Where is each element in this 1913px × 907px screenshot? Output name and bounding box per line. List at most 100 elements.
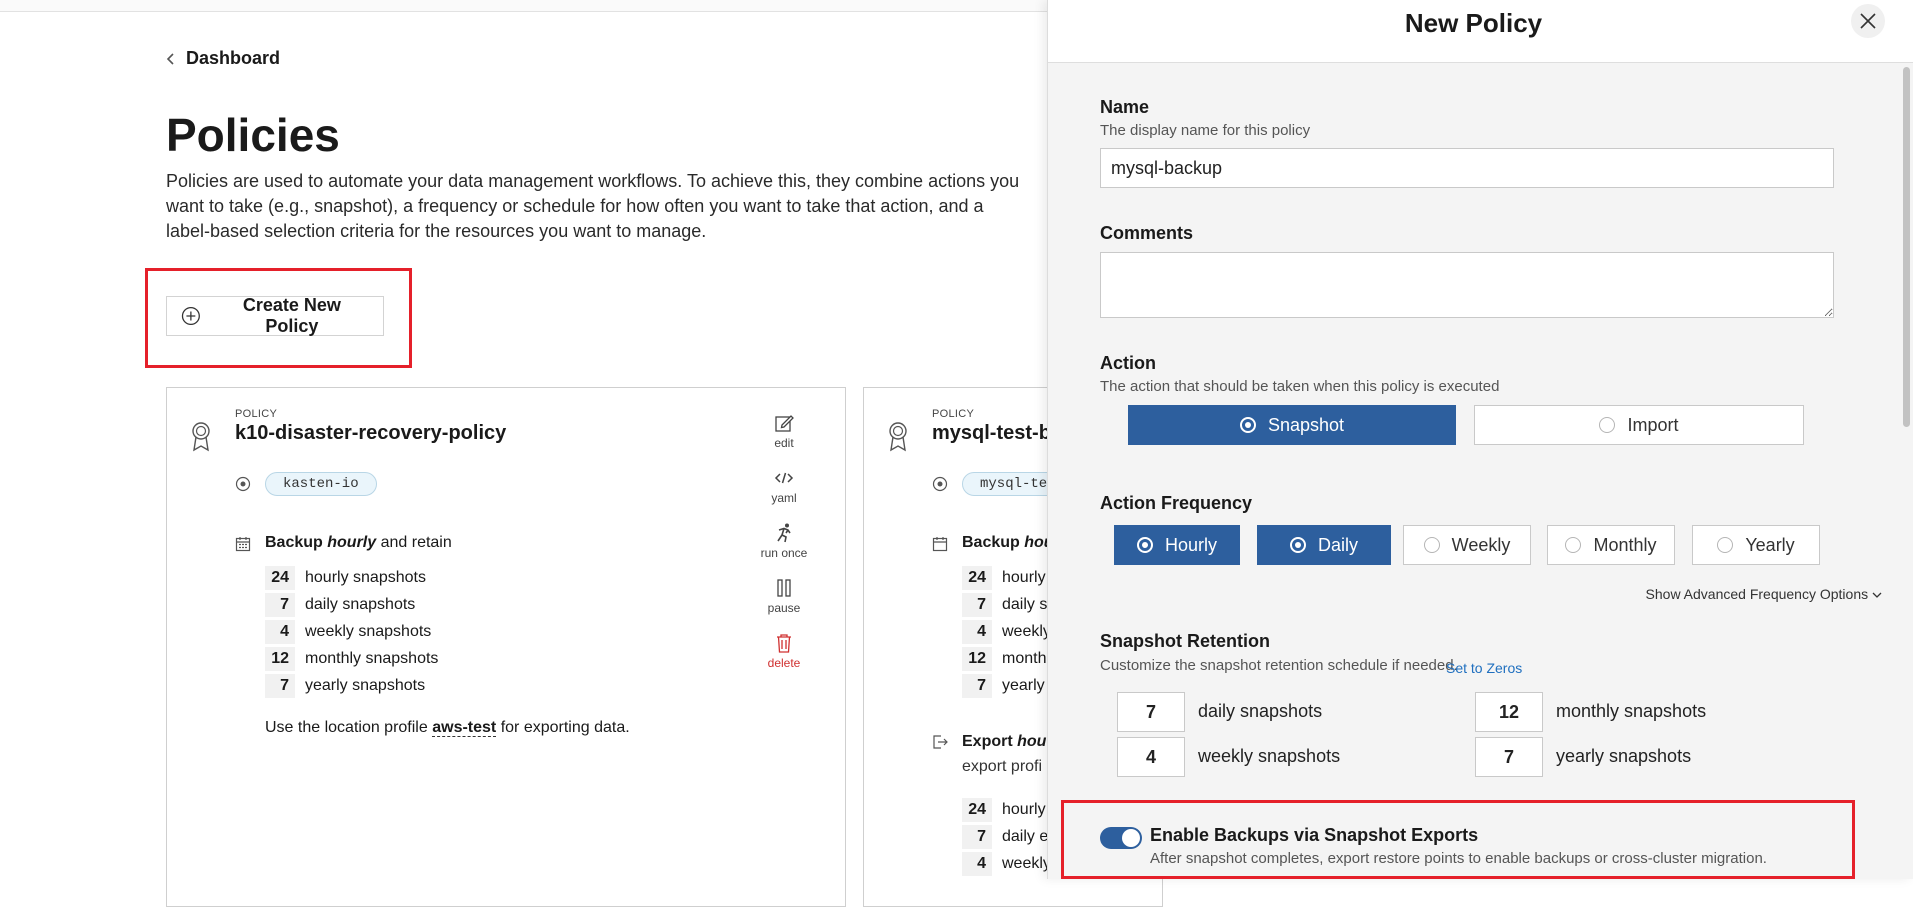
page-title: Policies xyxy=(166,109,340,161)
retention-row: 24 hourly snapshots xyxy=(265,564,438,591)
radio-selected-icon xyxy=(1289,537,1306,553)
frequency-label: Action Frequency xyxy=(1100,493,1253,513)
scrollbar-thumb[interactable] xyxy=(1903,67,1910,427)
action-option-import[interactable]: Import xyxy=(1474,405,1804,445)
export-profile-line: export profi xyxy=(962,758,1043,775)
target-icon xyxy=(235,476,251,492)
policy-card: POLICY k10-disaster-recovery-policy kast… xyxy=(166,387,846,907)
retention-row: 24 hourly xyxy=(962,796,1051,823)
panel-header: New Policy xyxy=(1048,0,1913,63)
enable-exports-toggle[interactable] xyxy=(1100,827,1142,849)
advanced-frequency-link[interactable]: Show Advanced Frequency Options xyxy=(1596,586,1882,602)
policy-name[interactable]: k10-disaster-recovery-policy xyxy=(235,422,506,445)
action-option-snapshot[interactable]: Snapshot xyxy=(1128,405,1456,445)
backup-schedule: Backup hou xyxy=(962,534,1054,551)
edit-icon xyxy=(775,415,794,432)
retention-row: 12 month xyxy=(962,645,1051,672)
award-icon xyxy=(192,422,210,452)
backup-schedule: Backup hourly and retain xyxy=(265,534,452,551)
weekly-snapshots-input[interactable] xyxy=(1117,737,1185,777)
create-new-policy-button[interactable]: Create New Policy xyxy=(166,295,384,336)
retention-row: 4 weekly xyxy=(962,618,1051,645)
daily-snapshots-input[interactable] xyxy=(1117,692,1185,732)
radio-icon xyxy=(1136,537,1153,553)
breadcrumb-label: Dashboard xyxy=(186,48,281,68)
enable-exports-description: After snapshot completes, export restore… xyxy=(1150,850,1767,867)
retention-label: Snapshot Retention xyxy=(1100,631,1270,651)
weekly-snapshots-label: weekly snapshots xyxy=(1198,746,1341,766)
toggle-knob xyxy=(1122,829,1140,847)
breadcrumb[interactable]: Dashboard xyxy=(166,48,280,69)
run-icon xyxy=(777,523,791,543)
retention-row: 7 daily snapshots xyxy=(265,591,438,618)
yaml-button[interactable]: yaml xyxy=(771,467,797,522)
export-retention-list: 24 hourly 7 daily e 4 weekly xyxy=(962,796,1051,877)
radio-icon xyxy=(1717,537,1734,553)
retention-list: 24 hourly 7 daily s 4 weekly 12 month 7 yearl… xyxy=(962,564,1051,699)
enable-exports-label: Enable Backups via Snapshot Exports xyxy=(1150,825,1479,845)
panel-title: New Policy xyxy=(1404,8,1543,38)
card-actions: edit yaml run once pause delete xyxy=(749,412,819,687)
frequency-option-daily[interactable]: Daily xyxy=(1257,525,1391,565)
edit-button[interactable]: edit xyxy=(773,412,795,467)
monthly-snapshots-label: monthly snapshots xyxy=(1556,701,1707,721)
top-bar xyxy=(0,0,1047,12)
policy-kicker: POLICY xyxy=(235,408,278,420)
close-panel-button[interactable] xyxy=(1851,4,1885,38)
calendar-icon xyxy=(932,537,948,552)
radio-selected-icon xyxy=(1239,417,1256,433)
retention-row: 7 yearly xyxy=(962,672,1051,699)
retention-list: 24 hourly snapshots 7 daily snapshots 4 wee… xyxy=(265,564,438,699)
create-button-label: Create New Policy xyxy=(242,295,341,336)
delete-button[interactable]: delete xyxy=(768,632,800,687)
yearly-snapshots-input[interactable] xyxy=(1475,737,1543,777)
panel-body: Name The display name for this policy Co… xyxy=(1048,63,1899,879)
comments-textarea[interactable] xyxy=(1100,252,1834,318)
name-hint: The display name for this policy xyxy=(1100,122,1311,139)
retention-row: 7 daily s xyxy=(962,591,1051,618)
retention-row: 7 daily e xyxy=(962,823,1051,850)
new-policy-panel: New Policy Name The display name for thi… xyxy=(1047,0,1913,879)
frequency-option-yearly[interactable]: Yearly xyxy=(1692,525,1820,565)
frequency-option-weekly[interactable]: Weekly xyxy=(1403,525,1531,565)
target-icon xyxy=(932,476,948,492)
export-schedule: Export hou xyxy=(962,733,1047,750)
chevron-down-icon xyxy=(1872,592,1882,598)
retention-row: 7 yearly snapshots xyxy=(265,672,438,699)
frequency-option-hourly[interactable]: Hourly xyxy=(1114,525,1240,565)
page-description: Policies are used to automate your data … xyxy=(166,171,1020,241)
location-profile-line: Use the location profile aws-test for ex… xyxy=(265,719,630,737)
action-hint: The action that should be taken when thi… xyxy=(1100,378,1500,395)
retention-row: 12 monthly snapshots xyxy=(265,645,438,672)
location-profile-link[interactable]: aws-test xyxy=(432,719,497,737)
calendar-icon xyxy=(235,537,251,552)
trash-icon xyxy=(776,634,791,653)
retention-row: 24 hourly xyxy=(962,564,1051,591)
code-icon xyxy=(774,472,794,484)
award-icon xyxy=(889,422,907,452)
daily-snapshots-label: daily snapshots xyxy=(1198,701,1323,721)
namespace-tag: kasten-io xyxy=(265,472,377,496)
radio-icon xyxy=(1423,537,1440,553)
set-to-zeros-link[interactable]: Set to Zeros xyxy=(1446,660,1522,676)
retention-row: 4 weekly snapshots xyxy=(265,618,438,645)
close-icon xyxy=(1860,13,1876,29)
frequency-option-monthly[interactable]: Monthly xyxy=(1547,525,1675,565)
radio-icon xyxy=(1565,537,1582,553)
retention-row: 4 weekly xyxy=(962,850,1051,877)
run-once-button[interactable]: run once xyxy=(761,522,807,577)
panel-scrollbar[interactable] xyxy=(1899,63,1913,879)
export-icon xyxy=(933,735,948,749)
plus-circle-icon xyxy=(181,306,200,326)
comments-label: Comments xyxy=(1100,223,1194,243)
name-label: Name xyxy=(1100,97,1150,117)
chevron-left-icon xyxy=(166,52,174,65)
policy-name[interactable]: mysql-test-b xyxy=(932,422,1051,445)
policy-name-input[interactable] xyxy=(1100,148,1834,188)
action-label: Action xyxy=(1100,353,1156,373)
yearly-snapshots-label: yearly snapshots xyxy=(1556,746,1692,766)
policy-kicker: POLICY xyxy=(932,408,975,420)
monthly-snapshots-input[interactable] xyxy=(1475,692,1543,732)
pause-button[interactable]: pause xyxy=(768,577,800,632)
retention-hint: Customize the snapshot retention schedul… xyxy=(1100,657,1458,674)
